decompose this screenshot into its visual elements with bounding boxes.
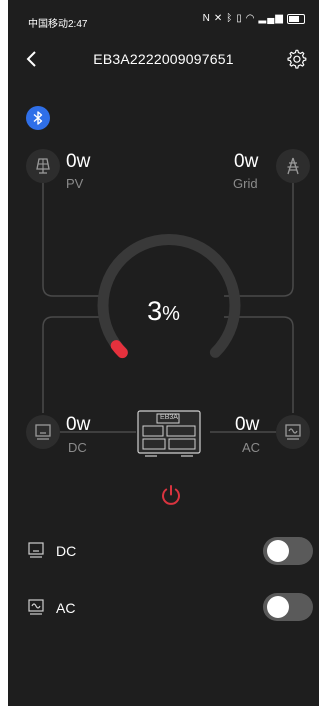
pv-power-value: 0w (66, 151, 91, 172)
dc-output-toggle[interactable] (263, 537, 313, 565)
app-screen: 中国移动2:47 N ✕ ᛒ ▯ ◠ ▂▄▆ EB3A2222009097651 (8, 0, 319, 706)
device-model-badge: EB3A (160, 414, 178, 421)
battery-percentage-number: 3 (147, 296, 163, 326)
dc-output-node[interactable] (26, 415, 60, 449)
ac-label: AC (242, 440, 261, 455)
ac-power-value: 0w (235, 414, 260, 435)
dc-label: DC (68, 440, 87, 455)
battery-level-arc (110, 340, 128, 359)
grid-input-node[interactable] (276, 149, 310, 183)
toggle-knob (267, 540, 289, 562)
ac-output-icon (285, 424, 301, 440)
dc-output-icon (35, 424, 51, 440)
pv-label: PV (66, 176, 84, 191)
ac-output-toggle[interactable] (263, 593, 313, 621)
toggle-knob (267, 596, 289, 618)
battery-percentage: 3% (8, 296, 319, 327)
ac-output-node[interactable] (276, 415, 310, 449)
dc-switch-label: DC (56, 543, 77, 559)
pv-input-node[interactable] (26, 149, 60, 183)
solar-panel-icon (36, 158, 50, 174)
dc-output-icon (28, 542, 44, 558)
grid-label: Grid (233, 176, 258, 191)
power-button-icon[interactable] (159, 483, 183, 507)
dc-power-value: 0w (66, 414, 91, 435)
ac-output-icon (28, 599, 44, 615)
power-tower-icon (287, 157, 299, 175)
battery-percentage-unit: % (162, 303, 180, 325)
grid-power-value: 0w (234, 151, 259, 172)
ac-switch-label: AC (56, 600, 76, 616)
